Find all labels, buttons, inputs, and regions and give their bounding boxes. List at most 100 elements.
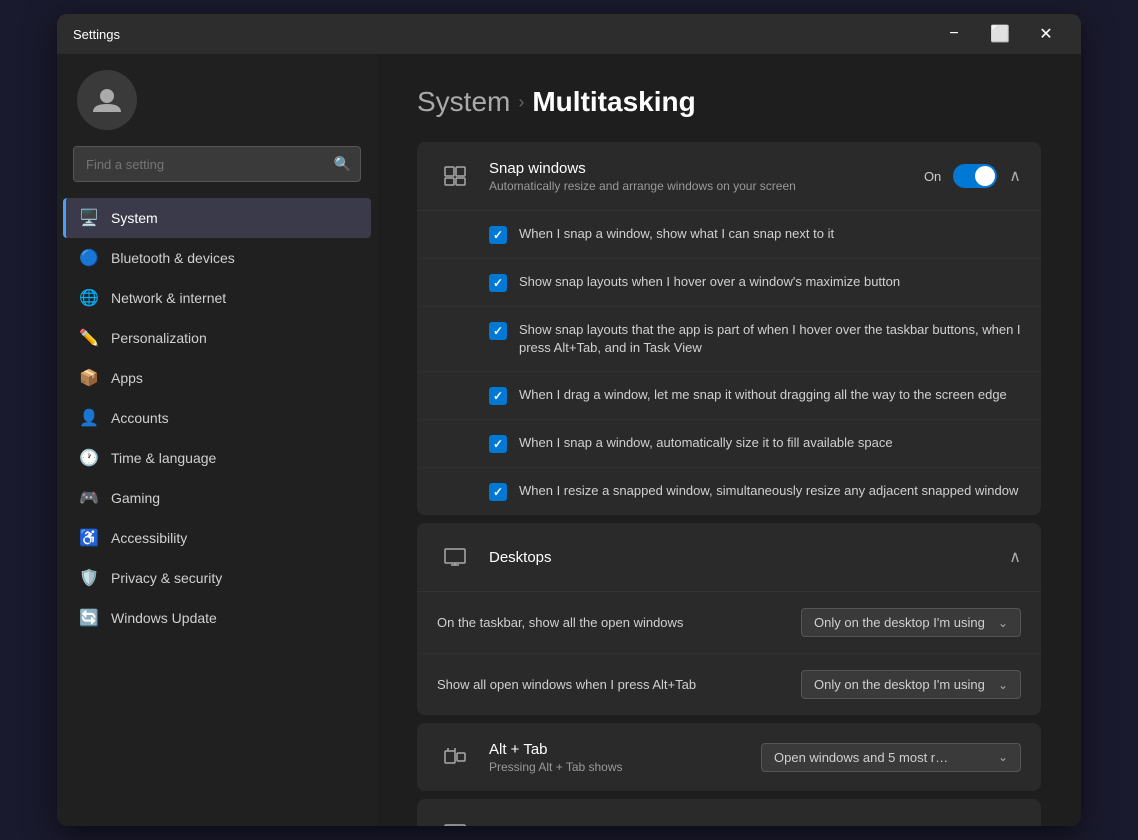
- nav-container: 🖥️ System 🔵 Bluetooth & devices 🌐 Networ…: [57, 198, 377, 638]
- sidebar-item-accessibility[interactable]: ♿ Accessibility: [63, 518, 371, 558]
- sidebar-item-gaming[interactable]: 🎮 Gaming: [63, 478, 371, 518]
- desktops-card: Desktops ∧ On the taskbar, show all the …: [417, 523, 1041, 715]
- desktops-header[interactable]: Desktops ∧: [417, 523, 1041, 591]
- alt-tab-dropdown-chevron: ⌄: [998, 750, 1008, 764]
- checkbox-snap5[interactable]: [489, 435, 507, 453]
- sidebar: 🔍 🖥️ System 🔵 Bluetooth & devices 🌐 Netw…: [57, 54, 377, 826]
- nav-label-apps: Apps: [111, 370, 143, 386]
- snap-windows-body: When I snap a window, show what I can sn…: [417, 210, 1041, 515]
- nav-icon-personalization: ✏️: [79, 328, 99, 348]
- snap-windows-title: Snap windows: [489, 160, 924, 177]
- alt-tab-card: Alt + Tab Pressing Alt + Tab shows Open …: [417, 723, 1041, 791]
- nav-icon-time: 🕐: [79, 448, 99, 468]
- checkbox-label-snap6: When I resize a snapped window, simultan…: [519, 482, 1018, 500]
- maximize-button[interactable]: ⬜: [977, 18, 1023, 50]
- sidebar-item-windows-update[interactable]: 🔄 Windows Update: [63, 598, 371, 638]
- search-box: 🔍: [73, 146, 361, 182]
- breadcrumb-separator: ›: [518, 92, 524, 113]
- nav-icon-network: 🌐: [79, 288, 99, 308]
- checkbox-row-snap2: Show snap layouts when I hover over a wi…: [417, 259, 1041, 307]
- taskbar-show-dropdown[interactable]: Only on the desktop I'm using ⌄: [801, 608, 1021, 637]
- nav-label-windows-update: Windows Update: [111, 610, 217, 626]
- title-bar-shake-card: Title bar window shake: [417, 799, 1041, 826]
- title-bar-shake-label: Title bar window shake: [489, 825, 631, 826]
- sidebar-item-apps[interactable]: 📦 Apps: [63, 358, 371, 398]
- checkbox-snap3[interactable]: [489, 322, 507, 340]
- checkbox-row-snap5: When I snap a window, automatically size…: [417, 420, 1041, 468]
- sidebar-item-network[interactable]: 🌐 Network & internet: [63, 278, 371, 318]
- alt-tab-text: Alt + Tab Pressing Alt + Tab shows: [489, 741, 761, 774]
- alt-tab-title: Alt + Tab: [489, 741, 761, 758]
- title-bar-controls: − ⬜ ✕: [931, 18, 1069, 50]
- sidebar-item-personalization[interactable]: ✏️ Personalization: [63, 318, 371, 358]
- nav-icon-apps: 📦: [79, 368, 99, 388]
- nav-icon-windows-update: 🔄: [79, 608, 99, 628]
- sidebar-item-accounts[interactable]: 👤 Accounts: [63, 398, 371, 438]
- desktops-icon: [437, 539, 473, 575]
- breadcrumb-parent: System: [417, 86, 510, 118]
- alt-tab-icon: [437, 739, 473, 775]
- snap-windows-icon: [437, 158, 473, 194]
- desktops-chevron-icon: ∧: [1009, 547, 1021, 567]
- alt-tab-row: Alt + Tab Pressing Alt + Tab shows Open …: [417, 723, 1041, 791]
- sidebar-item-system[interactable]: 🖥️ System: [63, 198, 371, 238]
- alt-tab-dropdown-value: Open windows and 5 most recent tabs in M: [774, 750, 954, 765]
- snap-windows-card: Snap windows Automatically resize and ar…: [417, 142, 1041, 515]
- alt-tab-windows-dropdown[interactable]: Only on the desktop I'm using ⌄: [801, 670, 1021, 699]
- sidebar-item-time[interactable]: 🕐 Time & language: [63, 438, 371, 478]
- nav-label-privacy: Privacy & security: [111, 570, 222, 586]
- nav-icon-system: 🖥️: [79, 208, 99, 228]
- desktops-text: Desktops: [489, 549, 1009, 566]
- alt-tab-windows-chevron: ⌄: [998, 678, 1008, 692]
- title-bar: Settings − ⬜ ✕: [57, 14, 1081, 54]
- alt-tab-subtitle: Pressing Alt + Tab shows: [489, 760, 761, 774]
- desktops-controls: ∧: [1009, 547, 1021, 567]
- checkbox-snap4[interactable]: [489, 387, 507, 405]
- checkbox-snap6[interactable]: [489, 483, 507, 501]
- checkbox-label-snap1: When I snap a window, show what I can sn…: [519, 225, 834, 243]
- nav-label-accessibility: Accessibility: [111, 530, 187, 546]
- checkbox-row-snap6: When I resize a snapped window, simultan…: [417, 468, 1041, 515]
- nav-icon-gaming: 🎮: [79, 488, 99, 508]
- toggle-on-label: On: [924, 169, 941, 184]
- snap-windows-text: Snap windows Automatically resize and ar…: [489, 160, 924, 193]
- checkbox-label-snap3: Show snap layouts that the app is part o…: [519, 321, 1021, 357]
- settings-window: Settings − ⬜ ✕ 🔍 🖥️ Syste: [57, 14, 1081, 826]
- checkbox-label-snap5: When I snap a window, automatically size…: [519, 434, 893, 452]
- taskbar-show-label: On the taskbar, show all the open window…: [437, 615, 801, 630]
- desktops-title: Desktops: [489, 549, 1009, 566]
- sidebar-item-privacy[interactable]: 🛡️ Privacy & security: [63, 558, 371, 598]
- nav-label-network: Network & internet: [111, 290, 226, 306]
- snap-windows-header[interactable]: Snap windows Automatically resize and ar…: [417, 142, 1041, 210]
- snap-chevron-icon: ∧: [1009, 166, 1021, 186]
- sidebar-item-bluetooth[interactable]: 🔵 Bluetooth & devices: [63, 238, 371, 278]
- search-input[interactable]: [73, 146, 361, 182]
- snap-toggle[interactable]: [953, 164, 997, 188]
- user-avatar: [77, 70, 137, 130]
- checkbox-snap2[interactable]: [489, 274, 507, 292]
- close-button[interactable]: ✕: [1023, 18, 1069, 50]
- breadcrumb-current: Multitasking: [532, 86, 695, 118]
- alt-tab-dropdown[interactable]: Open windows and 5 most recent tabs in M…: [761, 743, 1021, 772]
- title-bar-shake-icon: [437, 815, 473, 826]
- alt-tab-windows-value: Only on the desktop I'm using: [814, 677, 985, 692]
- snap-windows-controls: On ∧: [924, 164, 1021, 188]
- nav-label-time: Time & language: [111, 450, 216, 466]
- checkbox-label-snap4: When I drag a window, let me snap it wit…: [519, 386, 1007, 404]
- nav-label-bluetooth: Bluetooth & devices: [111, 250, 235, 266]
- taskbar-show-row: On the taskbar, show all the open window…: [417, 592, 1041, 654]
- title-bar-left: Settings: [69, 27, 120, 42]
- minimize-button[interactable]: −: [931, 18, 977, 50]
- checkbox-row-snap1: When I snap a window, show what I can sn…: [417, 211, 1041, 259]
- content-area: 🔍 🖥️ System 🔵 Bluetooth & devices 🌐 Netw…: [57, 54, 1081, 826]
- checkbox-snap1[interactable]: [489, 226, 507, 244]
- search-icon: 🔍: [334, 156, 351, 173]
- checkbox-label-snap2: Show snap layouts when I hover over a wi…: [519, 273, 900, 291]
- taskbar-dropdown-chevron: ⌄: [998, 616, 1008, 630]
- snap-windows-subtitle: Automatically resize and arrange windows…: [489, 179, 924, 193]
- checkbox-row-snap4: When I drag a window, let me snap it wit…: [417, 372, 1041, 420]
- nav-icon-bluetooth: 🔵: [79, 248, 99, 268]
- title-bar-shake-section[interactable]: Title bar window shake: [417, 799, 1041, 826]
- nav-icon-accounts: 👤: [79, 408, 99, 428]
- nav-icon-privacy: 🛡️: [79, 568, 99, 588]
